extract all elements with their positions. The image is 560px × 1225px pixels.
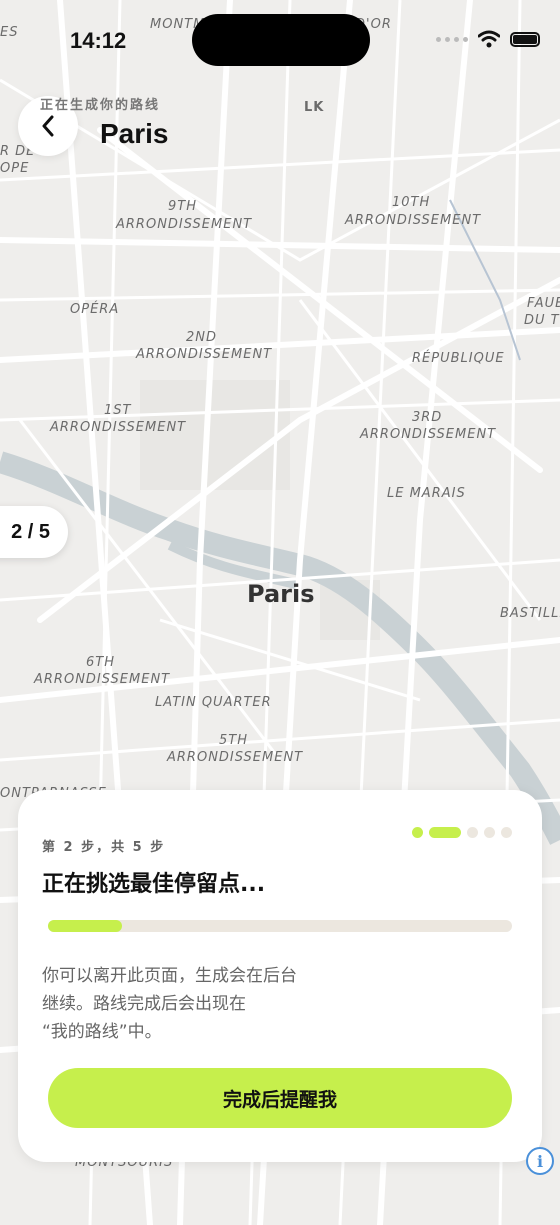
info-icon[interactable]: i <box>526 1147 554 1175</box>
map-label-es: ES <box>0 25 18 40</box>
map-label-9th-arr: ARRONDISSEMENT <box>115 217 252 232</box>
map-label-bastille: BASTILLE <box>500 606 560 621</box>
map-label-paris: Paris <box>247 580 315 608</box>
map-label-faub: FAUB <box>527 296 560 311</box>
map-label-6th: 6TH <box>86 655 115 670</box>
screen: MONTM D'OR ES LK R DE OPE 9TH ARRONDISSE… <box>0 0 560 1225</box>
page-title: Paris <box>100 118 169 149</box>
map-label-1st-arr: ARRONDISSEMENT <box>49 420 186 435</box>
step-dot-1 <box>412 827 423 838</box>
signal-dots-icon <box>436 36 468 42</box>
map-label-10th-arr: ARRONDISSEMENT <box>344 213 481 228</box>
map-label-3rd-arr: ARRONDISSEMENT <box>359 427 496 442</box>
card-description-line-2: 继续。路线完成后会出现在 <box>42 994 246 1014</box>
map-label-9th: 9TH <box>168 199 197 214</box>
map-label-opera: OPÉRA <box>70 301 119 317</box>
map-label-republique: RÉPUBLIQUE <box>412 350 505 366</box>
header-subtitle: 正在生成你的路线 <box>40 98 161 113</box>
step-dots <box>412 827 512 838</box>
map-label-6th-arr: ARRONDISSEMENT <box>33 672 170 687</box>
map-label-marais: LE MARAIS <box>387 486 466 501</box>
card-description-line-3: “我的路线”中。 <box>42 1022 162 1042</box>
notify-me-button[interactable]: 完成后提醒我 <box>48 1068 512 1128</box>
battery-icon <box>510 31 540 47</box>
map-label-5th-arr: ARRONDISSEMENT <box>166 750 303 765</box>
status-icons <box>436 30 540 48</box>
map-label-3rd: 3RD <box>412 410 442 425</box>
wifi-icon <box>478 30 500 48</box>
map-label-faub2: DU T <box>524 313 560 328</box>
status-time: 14:12 <box>70 28 127 53</box>
dynamic-island <box>192 14 370 66</box>
chevron-left-icon <box>42 115 54 137</box>
step-dot-2 <box>429 827 461 838</box>
step-indicator-pill: 2 / 5 <box>0 506 68 558</box>
map-label-latin-quarter: LATIN QUARTER <box>155 695 272 710</box>
step-dot-5 <box>501 827 512 838</box>
card-description-line-1: 你可以离开此页面，生成会在后台 <box>42 966 297 986</box>
map-label-2nd: 2ND <box>186 330 217 345</box>
progress-card: 第 2 步，共 5 步 正在挑选最佳停留点... 你可以离开此页面，生成会在后台… <box>18 790 542 1162</box>
map-label-5th: 5TH <box>219 733 248 748</box>
progress-bar-fill <box>48 920 123 932</box>
step-dot-4 <box>484 827 495 838</box>
card-title: 正在挑选最佳停留点... <box>42 872 266 897</box>
map-label-lk: LK <box>304 100 324 115</box>
map-label-2nd-arr: ARRONDISSEMENT <box>135 347 272 362</box>
map-label-1st: 1ST <box>104 403 132 418</box>
map-label-10th: 10TH <box>392 195 430 210</box>
progress-bar <box>48 920 512 932</box>
step-counter: 第 2 步，共 5 步 <box>42 840 166 855</box>
card-description: 你可以离开此页面，生成会在后台 继续。路线完成后会出现在 “我的路线”中。 <box>42 962 352 1046</box>
map-label-ope: OPE <box>0 161 29 176</box>
step-dot-3 <box>467 827 478 838</box>
